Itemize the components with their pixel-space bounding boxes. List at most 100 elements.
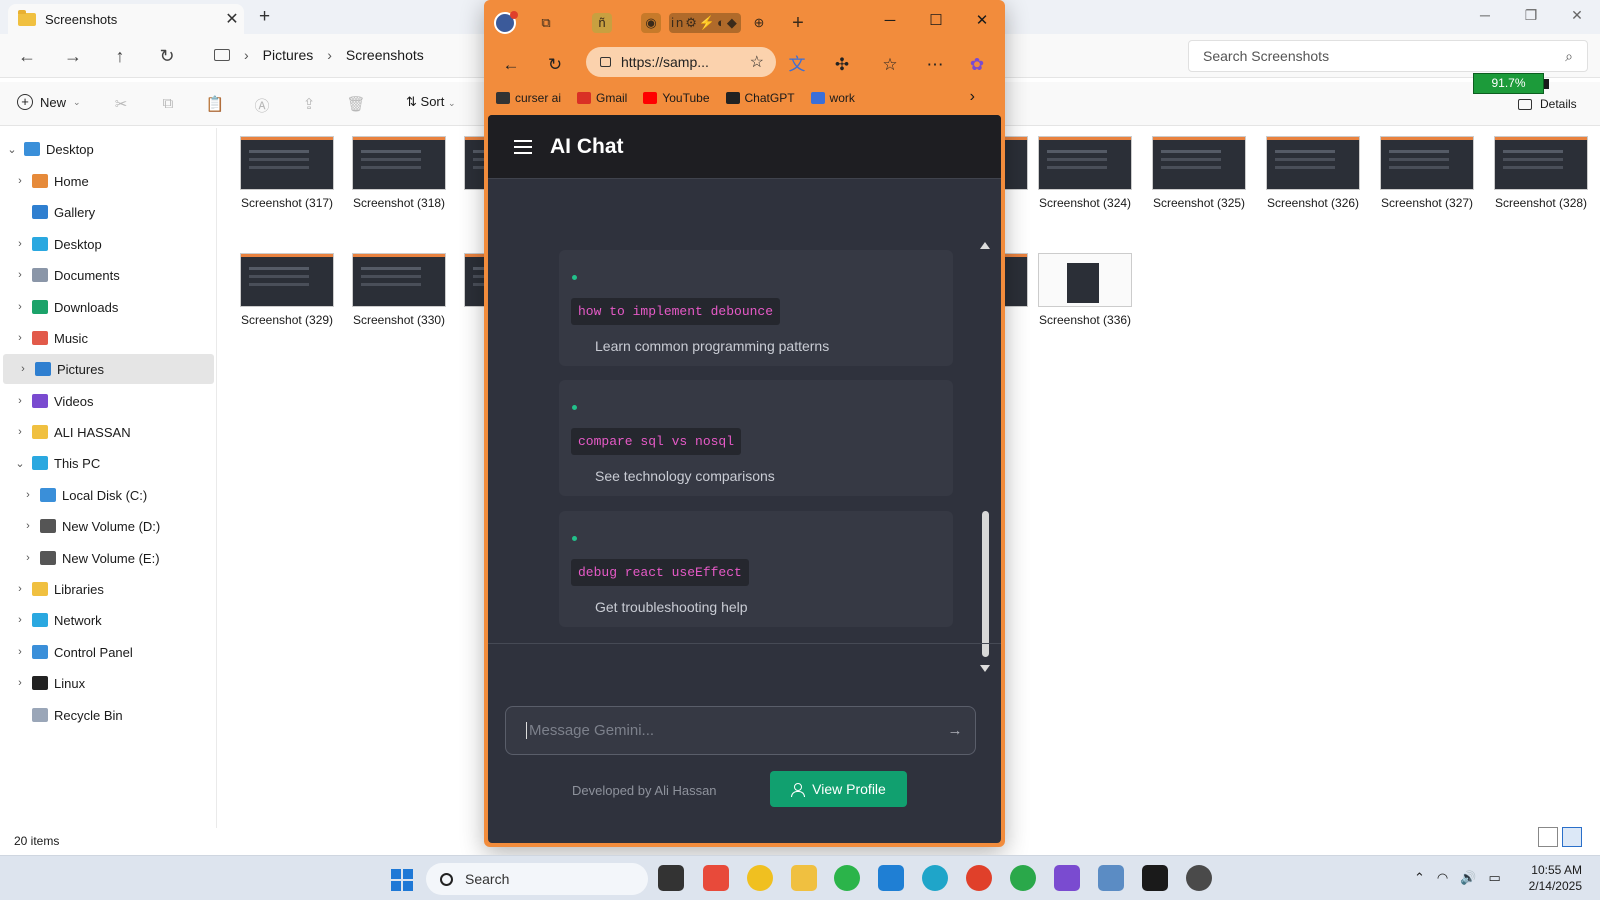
file-explorer-icon[interactable] [791,865,817,891]
search-input[interactable]: Search Screenshots ⌕ [1188,40,1588,72]
copy-icon[interactable]: ⧉ [158,95,178,113]
view-profile-button[interactable]: View Profile [770,771,907,807]
sidebar-item-new-volume-d-[interactable]: › New Volume (D:) [0,511,214,541]
visual-studio-icon[interactable] [1054,865,1080,891]
breadcrumb[interactable]: › Pictures › Screenshots [206,39,496,71]
sidebar-item-music[interactable]: › Music [0,323,214,353]
details-view-button[interactable] [1538,827,1558,847]
profile-avatar[interactable] [494,11,518,34]
chevron-right-icon[interactable]: › [8,238,32,250]
chevron-down-icon[interactable]: ⌄ [8,457,32,470]
star-icon[interactable]: ☆ [750,52,764,72]
breadcrumb-pictures[interactable]: Pictures [263,47,314,63]
hamburger-menu-icon[interactable] [514,139,532,154]
globe-icon[interactable]: ⊕ [749,13,769,33]
maximize-button[interactable]: ☐ [913,8,959,34]
file-thumbnail[interactable]: Screenshot (327) [1381,137,1473,210]
wifi-icon[interactable]: ◠ [1437,870,1448,886]
chevron-up-icon[interactable]: ⌃ [1414,870,1425,886]
breadcrumb-screenshots[interactable]: Screenshots [346,47,424,63]
tab-favicon-icon[interactable]: ◉ [641,13,661,33]
edge-icon[interactable] [922,865,948,891]
volume-icon[interactable]: 🔊 [1460,870,1476,886]
chevron-right-icon[interactable]: › [8,175,32,187]
file-thumbnail[interactable]: Screenshot (326) [1267,137,1359,210]
system-clock[interactable]: 10:55 AM 2/14/2025 [1529,862,1582,894]
sidebar-item-recycle-bin[interactable]: Recycle Bin [0,700,214,730]
anydesk-icon[interactable] [703,865,729,891]
file-thumbnail[interactable]: Screenshot (330) [353,254,445,327]
pane-divider[interactable] [216,128,217,828]
forward-button[interactable]: → [58,42,88,70]
share-icon[interactable]: ⇪ [299,95,319,113]
sidebar-item-gallery[interactable]: Gallery [0,197,214,227]
sidebar-item-home[interactable]: › Home [0,166,214,196]
chrome-icon[interactable] [966,865,992,891]
chat-app-icon[interactable] [747,865,773,891]
close-button[interactable]: ✕ [959,8,1005,34]
bookmark-youtube[interactable]: YouTube [643,91,710,105]
start-button[interactable] [391,869,413,891]
chevron-right-icon[interactable]: › [8,583,32,595]
sidebar-item-network[interactable]: › Network [0,605,214,635]
suggestion-prompt[interactable]: debug react useEffect [571,559,749,586]
chevron-right-icon[interactable]: › [8,301,32,313]
cursor-app-icon[interactable] [1142,865,1168,891]
suggestion-card[interactable]: how to implement debounce Learn common pr… [559,250,953,366]
chevron-right-icon[interactable]: › [8,395,32,407]
file-thumbnail[interactable]: Screenshot (325) [1153,137,1245,210]
translate-icon[interactable]: 文 [784,52,810,78]
performance-monitor-icon[interactable] [1098,865,1124,891]
file-thumbnail[interactable]: Screenshot (318) [353,137,445,210]
close-tab-icon[interactable]: ✕ [220,9,244,29]
extensions-icon[interactable]: ✣ [829,52,855,78]
back-icon[interactable]: ← [498,52,524,78]
chevron-right-icon[interactable]: › [16,552,40,564]
up-button[interactable]: ↑ [105,42,135,70]
new-tab-button[interactable]: + [259,6,270,28]
chevron-right-icon[interactable]: › [16,489,40,501]
details-button[interactable]: Details [1518,97,1577,111]
chevron-right-icon[interactable]: › [8,677,32,689]
github-desktop-icon[interactable] [1186,865,1212,891]
paste-icon[interactable]: 📋 [205,95,225,113]
vscode-icon[interactable] [878,865,904,891]
cut-icon[interactable]: ✂ [111,95,131,113]
new-button[interactable]: + New ⌄ [17,94,81,110]
restore-button[interactable]: ❐ [1508,0,1554,30]
copilot-icon[interactable]: ✿ [964,52,990,78]
sidebar-item-control-panel[interactable]: › Control Panel [0,637,214,667]
chevron-down-icon[interactable]: ⌄ [0,143,24,156]
sidebar-item-pictures[interactable]: › Pictures [3,354,214,384]
battery-icon[interactable]: ▭ [1488,870,1500,886]
send-arrow-icon[interactable]: → [935,722,975,739]
file-thumbnail[interactable]: Screenshot (328) [1495,137,1587,210]
chevron-right-icon[interactable]: › [11,363,35,375]
back-button[interactable]: ← [12,42,42,70]
message-input[interactable] [526,722,935,739]
favorites-icon[interactable]: ☆ [877,52,903,78]
file-thumbnail[interactable]: Screenshot (324) [1039,137,1131,210]
refresh-button[interactable]: ↻ [152,42,182,70]
scroll-down-icon[interactable] [980,665,990,672]
workspaces-icon[interactable]: ⧉ [536,13,556,33]
tab-favicon-icon[interactable]: ñ [592,13,612,33]
file-thumbnail[interactable]: Screenshot (329) [241,254,333,327]
chat-scrollbar[interactable] [979,239,992,675]
chevron-right-icon[interactable]: › [8,646,32,658]
message-input-box[interactable]: → [505,706,976,755]
chevron-right-icon[interactable]: › [8,269,32,281]
explorer-tab[interactable]: Screenshots ✕ [8,4,244,34]
sidebar-item-linux[interactable]: › Linux [0,668,214,698]
sidebar-item-libraries[interactable]: › Libraries [0,574,214,604]
refresh-icon[interactable]: ↻ [542,52,568,78]
suggestion-card[interactable]: debug react useEffect Get troubleshooting… [559,511,953,627]
bookmark-work[interactable]: work [810,91,855,105]
bookmark-gmail[interactable]: Gmail [577,91,627,105]
bookmark-curser-ai[interactable]: curser ai [496,91,561,105]
suggestion-prompt[interactable]: how to implement debounce [571,298,781,325]
file-thumbnail[interactable]: Screenshot (336) [1039,254,1131,327]
chevron-right-icon[interactable]: › [8,614,32,626]
file-thumbnail[interactable]: Screenshot (317) [241,137,333,210]
new-tab-icon[interactable]: + [788,13,808,33]
